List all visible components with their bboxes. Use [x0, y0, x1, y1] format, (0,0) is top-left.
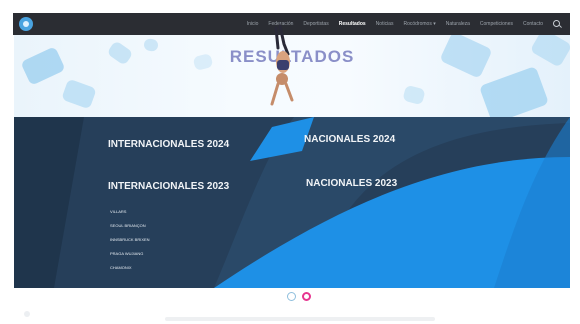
nav-item-competiciones[interactable]: Competiciones	[480, 21, 513, 27]
footer-icon	[24, 311, 30, 317]
nav-item-naturaleza[interactable]: Naturaleza	[446, 21, 470, 27]
carousel-dot-2-active[interactable]	[302, 292, 311, 301]
footer-text-blurred	[165, 317, 435, 321]
internacionales-2023-list: VILLARS SEOUL BRIANÇON INNSBRUCK BRIXEN …	[110, 205, 150, 275]
list-item[interactable]: PRAGA WUJIANG	[110, 247, 150, 261]
carousel-dot-1[interactable]	[287, 292, 296, 301]
nav-item-rocodromos[interactable]: Rocódromos ▾	[403, 21, 435, 27]
link-nacionales-2023[interactable]: NACIONALES 2023	[306, 178, 397, 189]
link-nacionales-2024[interactable]: NACIONALES 2024	[304, 134, 395, 145]
list-item[interactable]: INNSBRUCK BRIXEN	[110, 233, 150, 247]
page: Inicio Federación Deportistas Resultados…	[0, 0, 580, 324]
nav-item-noticias[interactable]: Noticias	[376, 21, 394, 27]
results-panel: INTERNACIONALES 2024 NACIONALES 2024 INT…	[14, 117, 570, 288]
nav-item-resultados[interactable]: Resultados	[339, 21, 366, 27]
nav-item-deportistas[interactable]: Deportistas	[303, 21, 328, 27]
link-internacionales-2023[interactable]: INTERNACIONALES 2023	[108, 181, 229, 192]
list-item[interactable]: VILLARS	[110, 205, 150, 219]
climber-illustration	[270, 24, 294, 106]
search-icon[interactable]	[553, 19, 562, 29]
list-item[interactable]: SEOUL BRIANÇON	[110, 219, 150, 233]
federation-logo-icon[interactable]	[19, 17, 33, 31]
list-item[interactable]: CHAMONIX	[110, 261, 150, 275]
nav-item-inicio[interactable]: Inicio	[247, 21, 259, 27]
panel-background-shapes	[14, 117, 570, 288]
link-internacionales-2024[interactable]: INTERNACIONALES 2024	[108, 139, 229, 150]
nav-item-contacto[interactable]: Contacto	[523, 21, 543, 27]
